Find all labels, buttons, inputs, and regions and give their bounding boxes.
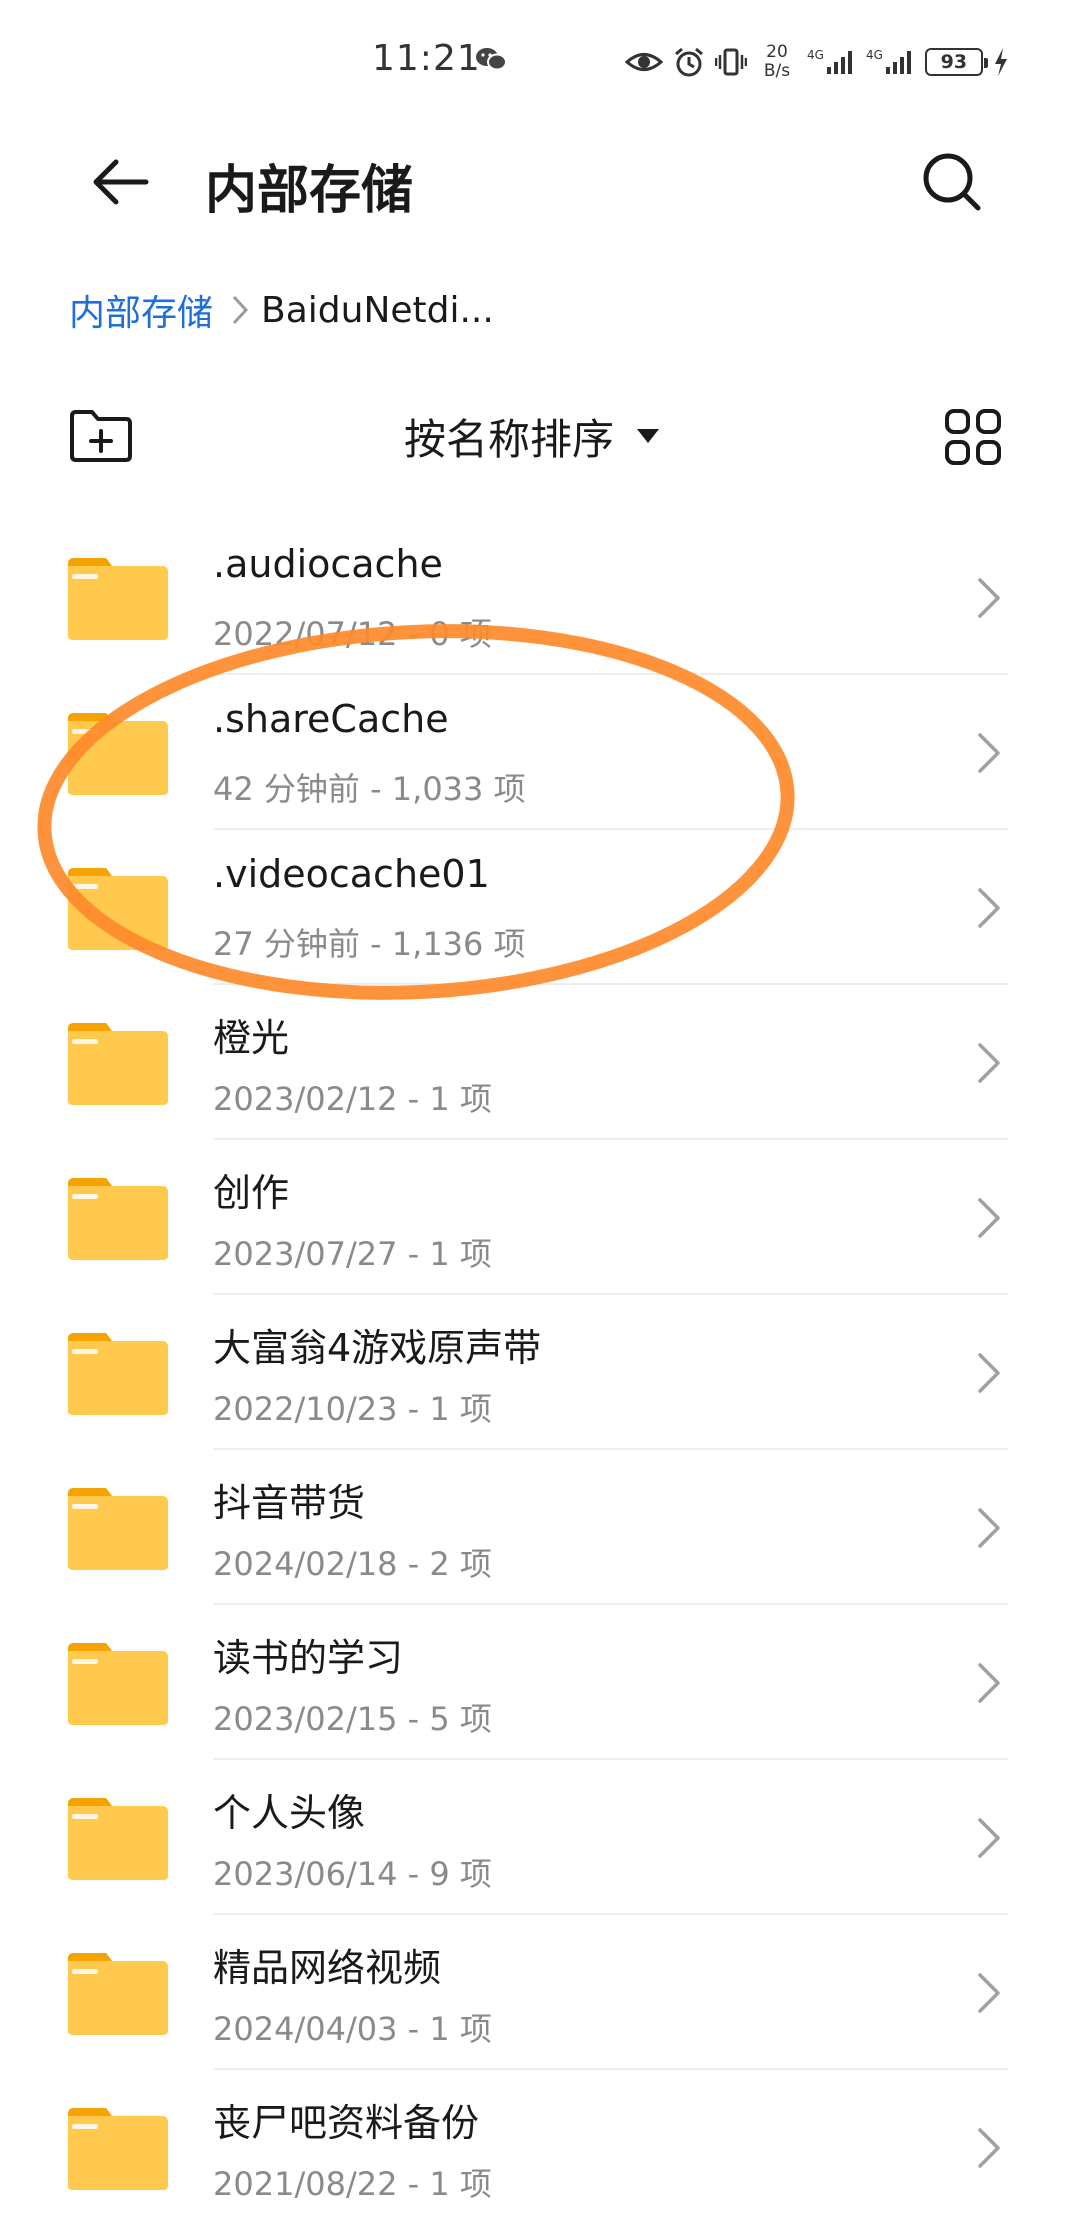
file-row[interactable]: 个人头像 2023/06/14 - 9 项 xyxy=(0,1760,1080,1915)
status-icons: 20 B/s 4G 4G 93 xyxy=(625,40,1009,84)
vibrate-icon xyxy=(715,48,747,76)
chevron-right-icon xyxy=(976,886,1002,934)
status-bar: 11:21 20 B/s 4G 4G 93 xyxy=(0,0,1080,120)
file-meta: 2023/02/12 - 1 项 xyxy=(213,1080,492,1118)
battery-indicator: 93 xyxy=(924,48,988,76)
file-meta: 2023/02/15 - 5 项 xyxy=(213,1700,492,1738)
file-meta: 2023/07/27 - 1 项 xyxy=(213,1235,492,1273)
file-row[interactable]: 大富翁4游戏原声带 2022/10/23 - 1 项 xyxy=(0,1295,1080,1450)
file-meta: 42 分钟前 - 1,033 项 xyxy=(213,770,526,808)
file-name: 个人头像 xyxy=(213,1791,366,1835)
breadcrumb-current: BaiduNetdi... xyxy=(261,289,494,331)
breadcrumb-root[interactable]: 内部存储 xyxy=(69,284,213,336)
folder-icon xyxy=(66,1486,170,1576)
file-row[interactable]: 读书的学习 2023/02/15 - 5 项 xyxy=(0,1605,1080,1760)
grid-view-button[interactable] xyxy=(944,408,1002,466)
signal-2: 4G xyxy=(866,49,915,75)
file-name: .shareCache xyxy=(213,697,449,741)
net-speed: 20 B/s xyxy=(763,42,791,81)
sort-label: 按名称排序 xyxy=(404,414,615,464)
sort-dropdown[interactable]: 按名称排序 xyxy=(404,406,660,466)
chevron-right-icon xyxy=(231,294,249,326)
file-name: 读书的学习 xyxy=(213,1636,404,1680)
folder-icon xyxy=(66,1176,170,1266)
breadcrumb: 内部存储 BaiduNetdi... xyxy=(69,282,494,338)
folder-icon xyxy=(66,711,170,801)
file-meta: 2024/04/03 - 1 项 xyxy=(213,2010,492,2048)
file-meta: 2021/08/22 - 1 项 xyxy=(213,2165,492,2203)
charging-icon xyxy=(994,48,1007,76)
file-row[interactable]: 精品网络视频 2024/04/03 - 1 项 xyxy=(0,1915,1080,2070)
file-list: .audiocache 2022/07/12 - 0 项 .shareCache 42… xyxy=(0,520,1080,2225)
file-name: 橙光 xyxy=(213,1016,290,1060)
arrow-left-icon xyxy=(93,159,149,205)
file-row[interactable]: .shareCache 42 分钟前 - 1,033 项 xyxy=(0,675,1080,830)
file-name: .videocache01 xyxy=(213,852,490,896)
folder-icon xyxy=(66,2106,170,2196)
folder-icon xyxy=(66,1331,170,1421)
chevron-right-icon xyxy=(976,1041,1002,1089)
file-meta: 2022/10/23 - 1 项 xyxy=(213,1390,492,1428)
file-row[interactable]: 丧尸吧资料备份 2021/08/22 - 1 项 xyxy=(0,2070,1080,2225)
folder-icon xyxy=(66,1796,170,1886)
folder-icon xyxy=(66,1641,170,1731)
eye-icon xyxy=(625,53,663,71)
chevron-right-icon xyxy=(976,2126,1002,2174)
caret-down-icon xyxy=(637,429,660,443)
file-meta: 27 分钟前 - 1,136 项 xyxy=(213,925,526,963)
chevron-right-icon xyxy=(976,731,1002,779)
chevron-right-icon xyxy=(976,1351,1002,1399)
file-name: 丧尸吧资料备份 xyxy=(213,2101,480,2145)
search-icon xyxy=(923,153,981,211)
folder-icon xyxy=(66,1021,170,1111)
file-meta: 2022/07/12 - 0 项 xyxy=(213,615,492,653)
page-title: 内部存储 xyxy=(205,161,414,221)
file-name: 创作 xyxy=(213,1171,290,1215)
signal-icon xyxy=(885,51,911,74)
status-time: 11:21 xyxy=(372,38,481,79)
file-meta: 2023/06/14 - 9 项 xyxy=(213,1855,492,1893)
file-meta: 2024/02/18 - 2 项 xyxy=(213,1545,492,1583)
grid-view-icon xyxy=(945,409,1001,465)
folder-icon xyxy=(66,866,170,956)
file-name: 抖音带货 xyxy=(213,1481,366,1525)
file-name: 精品网络视频 xyxy=(213,1946,442,1990)
search-button[interactable] xyxy=(918,148,988,218)
signal-1: 4G xyxy=(807,49,856,75)
file-name: 大富翁4游戏原声带 xyxy=(213,1326,542,1370)
alarm-icon xyxy=(675,47,703,77)
folder-icon xyxy=(66,1951,170,2041)
file-row[interactable]: 橙光 2023/02/12 - 1 项 xyxy=(0,985,1080,1140)
chevron-right-icon xyxy=(976,576,1002,624)
back-button[interactable] xyxy=(88,150,152,214)
chevron-right-icon xyxy=(976,1196,1002,1244)
chevron-right-icon xyxy=(976,1506,1002,1554)
new-folder-button[interactable] xyxy=(68,408,134,464)
file-row[interactable]: 创作 2023/07/27 - 1 项 xyxy=(0,1140,1080,1295)
file-row[interactable]: .videocache01 27 分钟前 - 1,136 项 xyxy=(0,830,1080,985)
chevron-right-icon xyxy=(976,1661,1002,1709)
signal-icon xyxy=(826,51,852,74)
folder-icon xyxy=(66,556,170,646)
wechat-icon xyxy=(476,48,507,71)
file-name: .audiocache xyxy=(213,542,443,586)
new-folder-icon xyxy=(70,410,132,462)
file-row[interactable]: .audiocache 2022/07/12 - 0 项 xyxy=(0,520,1080,675)
chevron-right-icon xyxy=(976,1971,1002,2019)
file-row[interactable]: 抖音带货 2024/02/18 - 2 项 xyxy=(0,1450,1080,1605)
chevron-right-icon xyxy=(976,1816,1002,1864)
